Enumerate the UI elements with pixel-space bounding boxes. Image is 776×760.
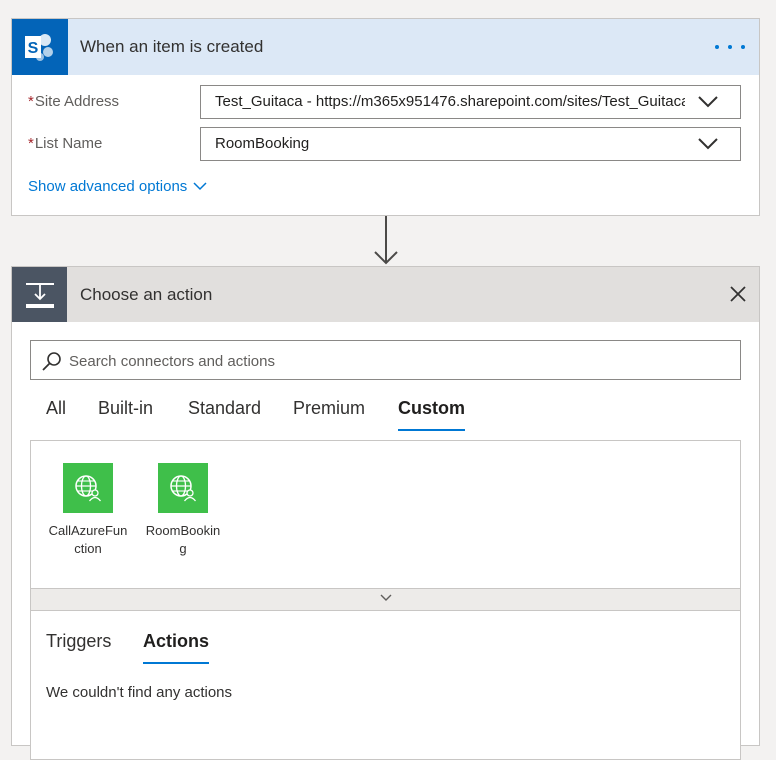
chevron-down-icon xyxy=(380,594,392,601)
show-advanced-options-link[interactable]: Show advanced options xyxy=(28,178,207,195)
search-icon xyxy=(42,352,61,371)
tab-standard[interactable]: Standard xyxy=(188,398,261,429)
trigger-title: When an item is created xyxy=(80,37,264,56)
list-name-value: RoomBooking xyxy=(215,135,310,152)
choose-action-card: Choose an action All Built-in Standard P… xyxy=(11,266,760,760)
more-options-icon[interactable] xyxy=(715,33,745,61)
advanced-options-label: Show advanced options xyxy=(28,178,188,195)
list-name-dropdown[interactable]: RoomBooking xyxy=(200,127,741,161)
globe-user-icon xyxy=(158,463,208,513)
connector-label: CallAzureFunction xyxy=(48,523,128,556)
chevron-down-icon xyxy=(193,182,207,191)
collapse-bar[interactable] xyxy=(31,588,740,611)
close-icon[interactable] xyxy=(728,284,748,304)
connector-results: CallAzureFunction RoomBooking Triggers A… xyxy=(30,440,741,760)
sharepoint-icon: S xyxy=(12,19,68,75)
tab-actions[interactable]: Actions xyxy=(143,631,210,664)
tab-triggers[interactable]: Triggers xyxy=(46,631,111,662)
action-header: Choose an action xyxy=(12,267,759,322)
tab-built-in[interactable]: Built-in xyxy=(98,398,153,429)
connector-tile-roombooking[interactable]: RoomBooking xyxy=(138,463,228,558)
tab-all[interactable]: All xyxy=(46,398,66,429)
list-name-label: *List Name xyxy=(28,135,103,152)
tab-custom[interactable]: Custom xyxy=(398,398,465,431)
operation-icon xyxy=(12,267,67,322)
globe-user-icon xyxy=(63,463,113,513)
chevron-down-icon xyxy=(698,138,718,150)
site-address-value: Test_Guitaca - https://m365x951476.share… xyxy=(215,93,685,110)
search-box xyxy=(30,340,741,381)
flow-arrow-icon xyxy=(374,216,398,265)
trigger-card: S When an item is created *Site Address … xyxy=(11,18,760,216)
empty-message: We couldn't find any actions xyxy=(46,684,233,701)
action-title: Choose an action xyxy=(80,285,213,304)
site-address-label: *Site Address xyxy=(28,93,120,110)
site-address-dropdown[interactable]: Test_Guitaca - https://m365x951476.share… xyxy=(200,85,741,119)
chevron-down-icon xyxy=(698,96,718,108)
tab-premium[interactable]: Premium xyxy=(293,398,365,429)
svg-text:S: S xyxy=(28,40,39,57)
trigger-header[interactable]: S When an item is created xyxy=(12,19,759,75)
search-input[interactable] xyxy=(67,341,731,381)
connector-label: RoomBooking xyxy=(145,523,221,556)
connector-tile-callazurefunction[interactable]: CallAzureFunction xyxy=(43,463,133,558)
